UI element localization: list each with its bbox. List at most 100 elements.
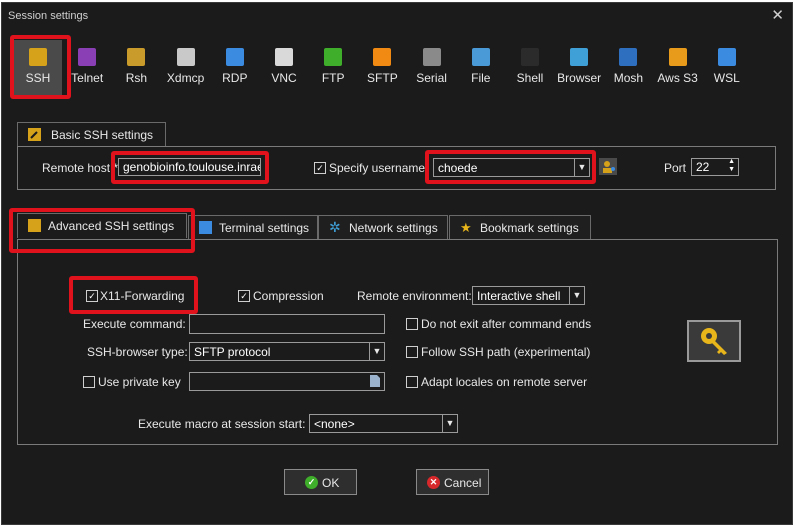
protocol-label: Aws S3 [657,71,698,85]
compression-label: Compression [253,289,324,303]
username-combo[interactable]: choede ▼ [433,158,590,177]
document-icon[interactable] [370,375,380,387]
ssh-browser-type-value: SFTP protocol [194,345,271,359]
tab-bookmark-settings[interactable]: ★ Bookmark settings [449,215,591,240]
tab-label: Bookmark settings [480,221,579,235]
protocol-shell[interactable]: Shell [506,40,554,96]
protocol-sftp[interactable]: SFTP [358,40,406,96]
protocol-browser[interactable]: Browser [555,40,603,96]
rdp-icon [225,48,244,66]
tab-label: Network settings [349,221,438,235]
ok-button[interactable]: ✓ OK [284,469,357,495]
protocol-file[interactable]: File [457,40,505,96]
protocol-serial[interactable]: Serial [408,40,456,96]
mosh-icon [619,48,638,66]
use-private-key-checkbox[interactable] [83,376,95,388]
window-title: Session settings [8,10,89,22]
username-value: choede [438,161,478,175]
protocol-label: WSL [713,71,740,85]
wrench-icon [28,219,41,232]
protocol-rsh[interactable]: Rsh [112,40,160,96]
cancel-label: Cancel [444,476,482,490]
title-bar: Session settings ✕ [2,3,792,29]
do-not-exit-checkbox[interactable] [406,318,418,330]
chevron-down-icon: ▼ [569,287,584,304]
key-icon-box [687,320,741,362]
remote-host-input[interactable]: genobioinfo.toulouse.inrae.fr [118,158,261,176]
protocol-label: Rsh [125,71,148,85]
protocol-label: VNC [271,71,297,85]
spin-icon[interactable]: ▲ ▼ [728,159,735,174]
close-icon[interactable]: ✕ [771,6,784,24]
telnet-icon [78,48,97,66]
tab-basic-ssh-settings[interactable]: Basic SSH settings [17,122,166,147]
follow-ssh-path-checkbox[interactable] [406,346,418,358]
vnc-icon [275,48,293,66]
network-icon: ✲ [329,219,341,235]
protocol-label: SSH [25,71,51,85]
execute-macro-combo[interactable]: <none> ▼ [309,414,458,433]
specify-username-label: Specify username [329,161,426,175]
execute-command-input[interactable] [189,314,385,334]
protocol-vnc[interactable]: VNC [260,40,308,96]
execute-command-label: Execute command: [83,317,186,331]
ssh-browser-type-label: SSH-browser type: [87,345,188,359]
adapt-locales-checkbox[interactable] [406,376,418,388]
protocol-ftp[interactable]: FTP [309,40,357,96]
file-icon [471,48,490,66]
protocol-label: SFTP [367,71,398,85]
tab-terminal-settings[interactable]: Terminal settings [188,215,318,240]
chevron-down-icon: ▼ [369,343,384,360]
browser-icon [570,48,589,66]
check-icon: ✓ [305,476,318,489]
rsh-icon [127,48,146,66]
specify-username-checkbox[interactable]: ✓ [314,162,326,174]
remote-environment-combo[interactable]: Interactive shell ▼ [472,286,585,305]
protocol-aws-s3[interactable]: Aws S3 [654,40,702,96]
remote-host-label: Remote host * [42,161,119,175]
protocol-label: Shell [516,71,544,85]
cancel-button[interactable]: ✕ Cancel [416,469,489,495]
protocol-rdp[interactable]: RDP [211,40,259,96]
protocol-label: FTP [321,71,345,85]
use-private-key-label: Use private key [98,375,181,389]
aws-s3-icon [668,48,687,66]
tab-label: Basic SSH settings [51,128,154,142]
protocol-label: Browser [557,71,602,85]
port-value: 22 [696,160,710,174]
ssh-browser-type-combo[interactable]: SFTP protocol ▼ [189,342,385,361]
tab-label: Terminal settings [219,221,310,235]
protocol-label: File [471,71,491,85]
tab-network-settings[interactable]: ✲ Network settings [318,215,448,240]
remote-environment-value: Interactive shell [477,289,561,303]
follow-ssh-path-label: Follow SSH path (experimental) [421,345,591,359]
terminal-icon [199,221,212,234]
compression-checkbox[interactable]: ✓ [238,290,250,302]
private-key-input[interactable] [189,372,385,391]
chevron-down-icon: ▼ [574,159,589,176]
protocol-telnet[interactable]: Telnet [63,40,111,96]
protocol-wsl[interactable]: WSL [703,40,751,96]
protocol-label: Telnet [71,71,104,85]
do-not-exit-label: Do not exit after command ends [421,317,592,331]
protocol-ssh[interactable]: SSH [14,40,62,96]
protocol-label: Xdmcp [166,71,205,85]
x11-forwarding-label: X11-Forwarding [100,289,185,303]
port-input[interactable]: 22 ▲ ▼ [691,158,739,176]
execute-macro-value: <none> [314,417,355,431]
ssh-icon [29,48,47,66]
ok-label: OK [322,476,340,490]
port-label: Port [664,161,687,175]
user-manager-icon[interactable] [599,158,617,175]
protocol-xdmcp[interactable]: Xdmcp [162,40,210,96]
remote-environment-label: Remote environment: [357,289,472,303]
protocol-mosh[interactable]: Mosh [604,40,652,96]
key-icon [701,328,727,355]
tab-advanced-ssh-settings[interactable]: Advanced SSH settings [17,213,187,238]
execute-macro-label: Execute macro at session start: [138,417,306,431]
protocol-label: RDP [222,71,248,85]
chevron-down-icon: ▼ [442,415,457,432]
x11-forwarding-checkbox[interactable]: ✓ [86,290,98,302]
star-icon: ★ [460,220,472,235]
sftp-icon [373,48,392,66]
